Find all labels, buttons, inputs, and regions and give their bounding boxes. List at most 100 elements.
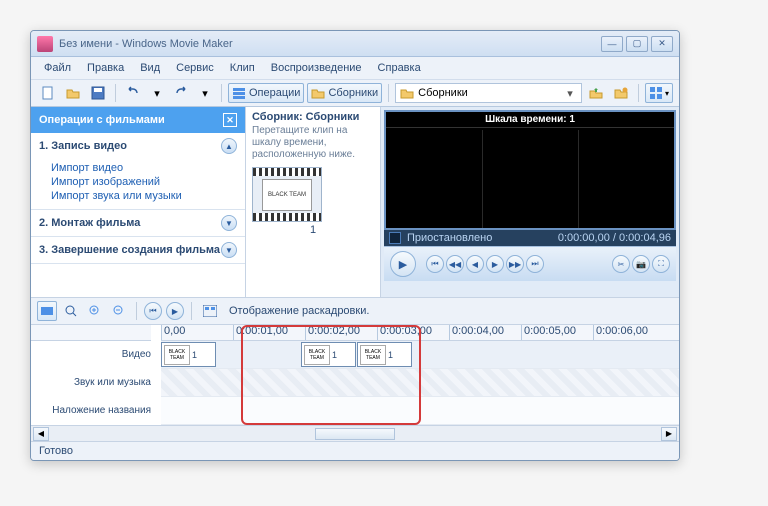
audio-track[interactable] xyxy=(161,369,679,397)
menu-file[interactable]: Файл xyxy=(37,60,78,76)
tick: 0:00:04,00 xyxy=(449,325,521,340)
split-button[interactable]: ✂ xyxy=(612,255,630,273)
preview-status: Приостановлено xyxy=(407,232,492,244)
redo-dropdown[interactable]: ▾ xyxy=(195,83,215,103)
menu-view[interactable]: Вид xyxy=(133,60,167,76)
storyboard-toggle[interactable] xyxy=(37,301,57,321)
undo-dropdown[interactable]: ▾ xyxy=(147,83,167,103)
preview-controls: ▶ ⏮ ◀◀ ◀ ▶ ▶▶ ⏭ ✂ 📷 ⛶ xyxy=(384,246,676,281)
time-ruler[interactable]: 0,00 0:00:01,00 0:00:02,00 0:00:03,00 0:… xyxy=(161,325,679,341)
track-label-audio: Звук или музыка xyxy=(31,369,151,397)
menu-tools[interactable]: Сервис xyxy=(169,60,221,76)
video-clip[interactable]: BLACK TEAM 1 xyxy=(301,342,356,367)
maximize-button[interactable]: ▢ xyxy=(626,36,648,52)
close-button[interactable]: ✕ xyxy=(651,36,673,52)
app-window: Без имени - Windows Movie Maker — ▢ ✕ Фа… xyxy=(30,30,680,461)
menu-edit[interactable]: Правка xyxy=(80,60,131,76)
task-pane-close[interactable]: ✕ xyxy=(223,113,237,127)
collection-hint: Перетащите клип на шкалу времени, распол… xyxy=(252,125,374,161)
timeline-play-button[interactable]: ▶ xyxy=(166,302,184,320)
clip-thumb: BLACK TEAM xyxy=(304,345,330,365)
window-title: Без имени - Windows Movie Maker xyxy=(59,38,601,50)
collection-pane: Сборник: Сборники Перетащите клип на шка… xyxy=(246,107,381,297)
open-button[interactable] xyxy=(62,83,84,103)
video-clip[interactable]: BLACK TEAM 1 xyxy=(161,342,216,367)
tasks-label: Операции xyxy=(249,87,300,99)
tick: 0:00:03,00 xyxy=(377,325,449,340)
prev-clip-button[interactable]: ⏮ xyxy=(426,255,444,273)
menu-clip[interactable]: Клип xyxy=(223,60,262,76)
timeline-pane: ⏮ ▶ Отображение раскадровки. Видео Звук … xyxy=(31,297,679,441)
menubar: Файл Правка Вид Сервис Клип Воспроизведе… xyxy=(31,57,679,80)
tick: 0:00:02,00 xyxy=(305,325,377,340)
new-folder-button[interactable] xyxy=(610,83,632,103)
timeline-view-label: Отображение раскадровки. xyxy=(229,305,369,317)
clip-thumb: BLACK TEAM xyxy=(164,345,190,365)
storyboard-view-button[interactable] xyxy=(199,301,221,321)
scroll-thumb[interactable] xyxy=(315,428,395,440)
redo-button[interactable] xyxy=(170,83,192,103)
title-track[interactable] xyxy=(161,397,679,425)
scroll-right-button[interactable]: ▶ xyxy=(661,427,677,441)
link-import-images[interactable]: Импорт изображений xyxy=(51,175,245,189)
clip-thumb: BLACK TEAM xyxy=(360,345,386,365)
tasks-button[interactable]: Операции xyxy=(228,83,304,103)
clip-label: 1 xyxy=(252,224,374,236)
clip-thumbnail-face: BLACK TEAM xyxy=(262,179,312,211)
save-button[interactable] xyxy=(87,83,109,103)
folder-icon xyxy=(400,86,414,100)
next-clip-button[interactable]: ⏭ xyxy=(526,255,544,273)
menu-help[interactable]: Справка xyxy=(371,60,428,76)
toolbar: ▾ ▾ Операции Сборники Сборники ▾ ▾ xyxy=(31,80,679,107)
undo-button[interactable] xyxy=(122,83,144,103)
preview-monitor: Шкала времени: 1 xyxy=(384,110,676,230)
app-icon xyxy=(37,36,53,52)
view-button[interactable]: ▾ xyxy=(645,83,673,103)
expand-icon: ▼ xyxy=(221,215,237,231)
minimize-button[interactable]: — xyxy=(601,36,623,52)
status-bar: Готово xyxy=(31,441,679,460)
combo-dropdown-icon[interactable]: ▾ xyxy=(563,87,577,100)
rewind-button[interactable]: ◀◀ xyxy=(446,255,464,273)
zoom-fit-button[interactable] xyxy=(61,301,81,321)
snapshot-button[interactable]: 📷 xyxy=(632,255,650,273)
task-section-1-title: 1. Запись видео xyxy=(39,140,127,152)
video-track[interactable]: BLACK TEAM 1 BLACK TEAM 1 BLACK TEAM 1 xyxy=(161,341,679,369)
tick: 0:00:05,00 xyxy=(521,325,593,340)
task-pane-header: Операции с фильмами ✕ xyxy=(31,107,245,133)
titlebar: Без имени - Windows Movie Maker — ▢ ✕ xyxy=(31,31,679,57)
track-area[interactable]: 0,00 0:00:01,00 0:00:02,00 0:00:03,00 0:… xyxy=(161,325,679,425)
frame-forward-button[interactable]: ▶ xyxy=(486,255,504,273)
clip-name: 1 xyxy=(192,350,197,360)
tick: 0,00 xyxy=(161,325,233,340)
new-button[interactable] xyxy=(37,83,59,103)
collections-button[interactable]: Сборники xyxy=(307,83,382,103)
track-label-title: Наложение названия xyxy=(31,397,151,425)
play-button[interactable]: ▶ xyxy=(390,251,416,277)
horizontal-scrollbar[interactable]: ◀ ▶ xyxy=(31,425,679,441)
clip-name: 1 xyxy=(332,350,337,360)
scroll-left-button[interactable]: ◀ xyxy=(33,427,49,441)
up-level-button[interactable] xyxy=(585,83,607,103)
task-section-capture[interactable]: 1. Запись видео ▲ xyxy=(31,133,245,159)
clip-name: 1 xyxy=(388,350,393,360)
collection-combo[interactable]: Сборники ▾ xyxy=(395,83,582,103)
link-import-video[interactable]: Импорт видео xyxy=(51,161,245,175)
task-section-2-title: 2. Монтаж фильма xyxy=(39,217,140,229)
timeline-rewind-button[interactable]: ⏮ xyxy=(144,302,162,320)
link-import-audio[interactable]: Импорт звука или музыки xyxy=(51,189,245,203)
menu-play[interactable]: Воспроизведение xyxy=(264,60,369,76)
timeline-toolbar: ⏮ ▶ Отображение раскадровки. xyxy=(31,297,679,325)
fullscreen-button[interactable]: ⛶ xyxy=(652,255,670,273)
preview-title: Шкала времени: 1 xyxy=(386,112,674,128)
preview-status-bar: Приостановлено 0:00:00,00 / 0:00:04,96 xyxy=(384,230,676,246)
zoom-out-button[interactable] xyxy=(109,301,129,321)
task-section-edit[interactable]: 2. Монтаж фильма ▼ xyxy=(31,210,245,236)
zoom-in-button[interactable] xyxy=(85,301,105,321)
clip-thumbnail[interactable]: BLACK TEAM xyxy=(252,167,322,222)
frame-back-button[interactable]: ◀ xyxy=(466,255,484,273)
forward-button[interactable]: ▶▶ xyxy=(506,255,524,273)
preview-time: 0:00:00,00 / 0:00:04,96 xyxy=(558,232,671,244)
video-clip[interactable]: BLACK TEAM 1 xyxy=(357,342,412,367)
task-section-finish[interactable]: 3. Завершение создания фильма ▼ xyxy=(31,237,245,263)
